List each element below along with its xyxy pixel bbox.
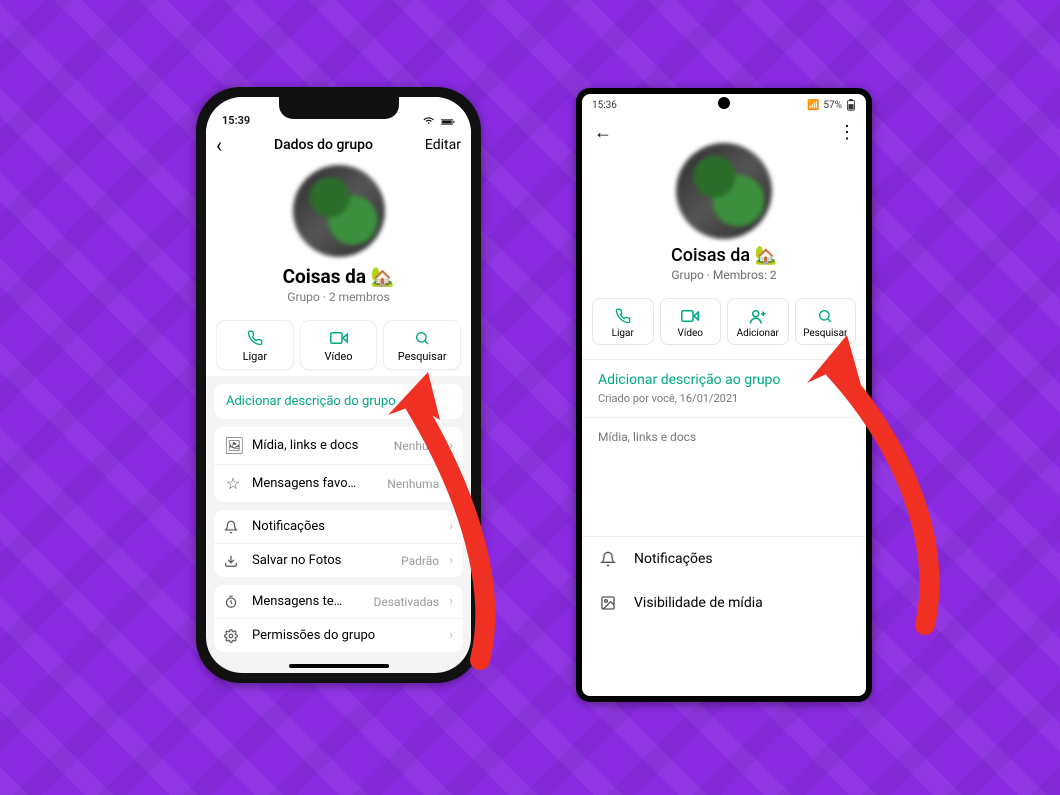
header-title: Dados do grupo bbox=[274, 137, 373, 153]
video-label: Vídeo bbox=[661, 328, 721, 339]
media-row[interactable]: 🖼 Mídia, links e docs Nenhum › bbox=[214, 427, 463, 464]
android-screen: 15:36 📶 57% ← ⋮ Coisas da 🏡 Grupo · Memb… bbox=[582, 94, 866, 696]
media-label: Mídia, links e docs bbox=[598, 430, 696, 444]
search-icon bbox=[796, 307, 856, 325]
permissions-label: Permissões do grupo bbox=[252, 628, 439, 643]
bell-icon bbox=[600, 551, 618, 567]
timer-icon bbox=[224, 595, 242, 609]
video-label: Vídeo bbox=[301, 350, 377, 363]
group-avatar[interactable] bbox=[293, 165, 385, 257]
chevron-right-icon: › bbox=[449, 476, 453, 491]
notifications-row[interactable]: Notificações bbox=[582, 537, 866, 581]
starred-label: Mensagens favo… bbox=[252, 476, 377, 491]
battery-percent: 57% bbox=[823, 100, 842, 111]
call-label: Ligar bbox=[593, 328, 653, 339]
chevron-right-icon: › bbox=[449, 628, 453, 643]
phone-icon bbox=[593, 307, 653, 325]
search-label: Pesquisar bbox=[796, 328, 856, 339]
group-hero: Coisas da 🏡 Grupo · Membros: 2 bbox=[582, 143, 866, 290]
group-name: Coisas da 🏡 bbox=[582, 245, 866, 266]
back-button[interactable]: ‹ bbox=[216, 135, 222, 155]
chevron-right-icon: › bbox=[449, 438, 453, 453]
call-button[interactable]: Ligar bbox=[216, 320, 294, 370]
home-indicator bbox=[289, 664, 389, 668]
gear-icon bbox=[224, 629, 242, 643]
permissions-row[interactable]: Permissões do grupo › bbox=[214, 618, 463, 652]
media-visibility-label: Visibilidade de mídia bbox=[634, 595, 763, 611]
iphone-frame: 15:39 ‹ Dados do grupo Editar Coisas da … bbox=[196, 87, 481, 683]
search-icon bbox=[384, 329, 460, 347]
video-icon bbox=[301, 329, 377, 347]
image-icon bbox=[600, 595, 618, 611]
created-by-text: Criado por você, 16/01/2021 bbox=[598, 392, 850, 405]
media-section: 🖼 Mídia, links e docs Nenhum › ☆ Mensage… bbox=[214, 427, 463, 502]
empty-space bbox=[582, 456, 866, 536]
android-frame: 15:36 📶 57% ← ⋮ Coisas da 🏡 Grupo · Memb… bbox=[576, 88, 872, 702]
media-value: Nenhum bbox=[394, 439, 439, 453]
add-member-button[interactable]: Adicionar bbox=[727, 298, 789, 345]
chevron-right-icon: › bbox=[449, 594, 453, 609]
group-avatar[interactable] bbox=[676, 143, 772, 239]
android-toolbar: ← ⋮ bbox=[582, 116, 866, 143]
search-button[interactable]: Pesquisar bbox=[383, 320, 461, 370]
iphone-screen: 15:39 ‹ Dados do grupo Editar Coisas da … bbox=[206, 97, 471, 673]
battery-icon bbox=[846, 99, 856, 111]
media-label: Mídia, links e docs bbox=[252, 438, 384, 453]
description-section: Adicionar descrição do grupo bbox=[214, 384, 463, 419]
ios-status-time: 15:39 bbox=[222, 114, 250, 127]
call-button[interactable]: Ligar bbox=[592, 298, 654, 345]
add-label: Adicionar bbox=[728, 328, 788, 339]
bell-icon bbox=[224, 520, 242, 534]
ios-header: ‹ Dados do grupo Editar bbox=[206, 129, 471, 163]
video-icon bbox=[661, 307, 721, 325]
description-section: Adicionar descrição ao grupo Criado por … bbox=[582, 360, 866, 409]
video-button[interactable]: Vídeo bbox=[660, 298, 722, 345]
media-visibility-row[interactable]: Visibilidade de mídia bbox=[582, 581, 866, 625]
action-row: Ligar Vídeo Pesquisar bbox=[206, 312, 471, 376]
android-status-time: 15:36 bbox=[592, 100, 617, 111]
disappearing-row[interactable]: Mensagens te… Desativadas › bbox=[214, 585, 463, 618]
notifications-label: Notificações bbox=[634, 551, 713, 567]
action-row: Ligar Vídeo Adicionar Pesquisar bbox=[582, 290, 866, 360]
wifi-icon bbox=[423, 117, 437, 127]
call-label: Ligar bbox=[217, 350, 293, 363]
starred-row[interactable]: ☆ Mensagens favo… Nenhuma › bbox=[214, 464, 463, 502]
settings-section-1: Notificações › Salvar no Fotos Padrão › bbox=[214, 510, 463, 577]
signal-icon: 📶 bbox=[807, 100, 819, 111]
media-row[interactable]: Mídia, links e docs bbox=[582, 417, 866, 456]
disappearing-label: Mensagens te… bbox=[252, 594, 364, 609]
save-photos-row[interactable]: Salvar no Fotos Padrão › bbox=[214, 543, 463, 577]
chevron-right-icon: › bbox=[449, 519, 453, 534]
settings-section-2: Mensagens te… Desativadas › Permissões d… bbox=[214, 585, 463, 652]
iphone-notch bbox=[279, 97, 399, 119]
phone-icon bbox=[217, 329, 293, 347]
group-hero: Coisas da 🏡 Grupo · 2 membros bbox=[206, 163, 471, 312]
notifications-label: Notificações bbox=[252, 519, 439, 534]
punch-hole-camera bbox=[718, 97, 730, 109]
starred-value: Nenhuma bbox=[387, 477, 439, 491]
video-button[interactable]: Vídeo bbox=[300, 320, 378, 370]
back-button[interactable]: ← bbox=[594, 122, 612, 143]
group-name: Coisas da 🏡 bbox=[206, 265, 471, 288]
disappearing-value: Desativadas bbox=[374, 595, 440, 609]
group-meta: Grupo · 2 membros bbox=[206, 290, 471, 304]
chevron-right-icon: › bbox=[449, 553, 453, 568]
image-icon: 🖼 bbox=[224, 436, 242, 455]
settings-list: Notificações Visibilidade de mídia bbox=[582, 536, 866, 625]
group-meta: Grupo · Membros: 2 bbox=[582, 268, 866, 282]
download-icon bbox=[224, 554, 242, 568]
search-button[interactable]: Pesquisar bbox=[795, 298, 857, 345]
add-person-icon bbox=[728, 307, 788, 325]
add-description-link[interactable]: Adicionar descrição do grupo bbox=[214, 384, 463, 419]
add-description-link[interactable]: Adicionar descrição ao grupo bbox=[598, 372, 850, 388]
battery-icon bbox=[441, 117, 455, 127]
save-photos-value: Padrão bbox=[401, 554, 439, 568]
search-label: Pesquisar bbox=[384, 350, 460, 363]
save-photos-label: Salvar no Fotos bbox=[252, 553, 391, 568]
star-icon: ☆ bbox=[224, 474, 242, 493]
edit-button[interactable]: Editar bbox=[425, 137, 461, 153]
notifications-row[interactable]: Notificações › bbox=[214, 510, 463, 543]
more-menu-button[interactable]: ⋮ bbox=[838, 122, 854, 143]
